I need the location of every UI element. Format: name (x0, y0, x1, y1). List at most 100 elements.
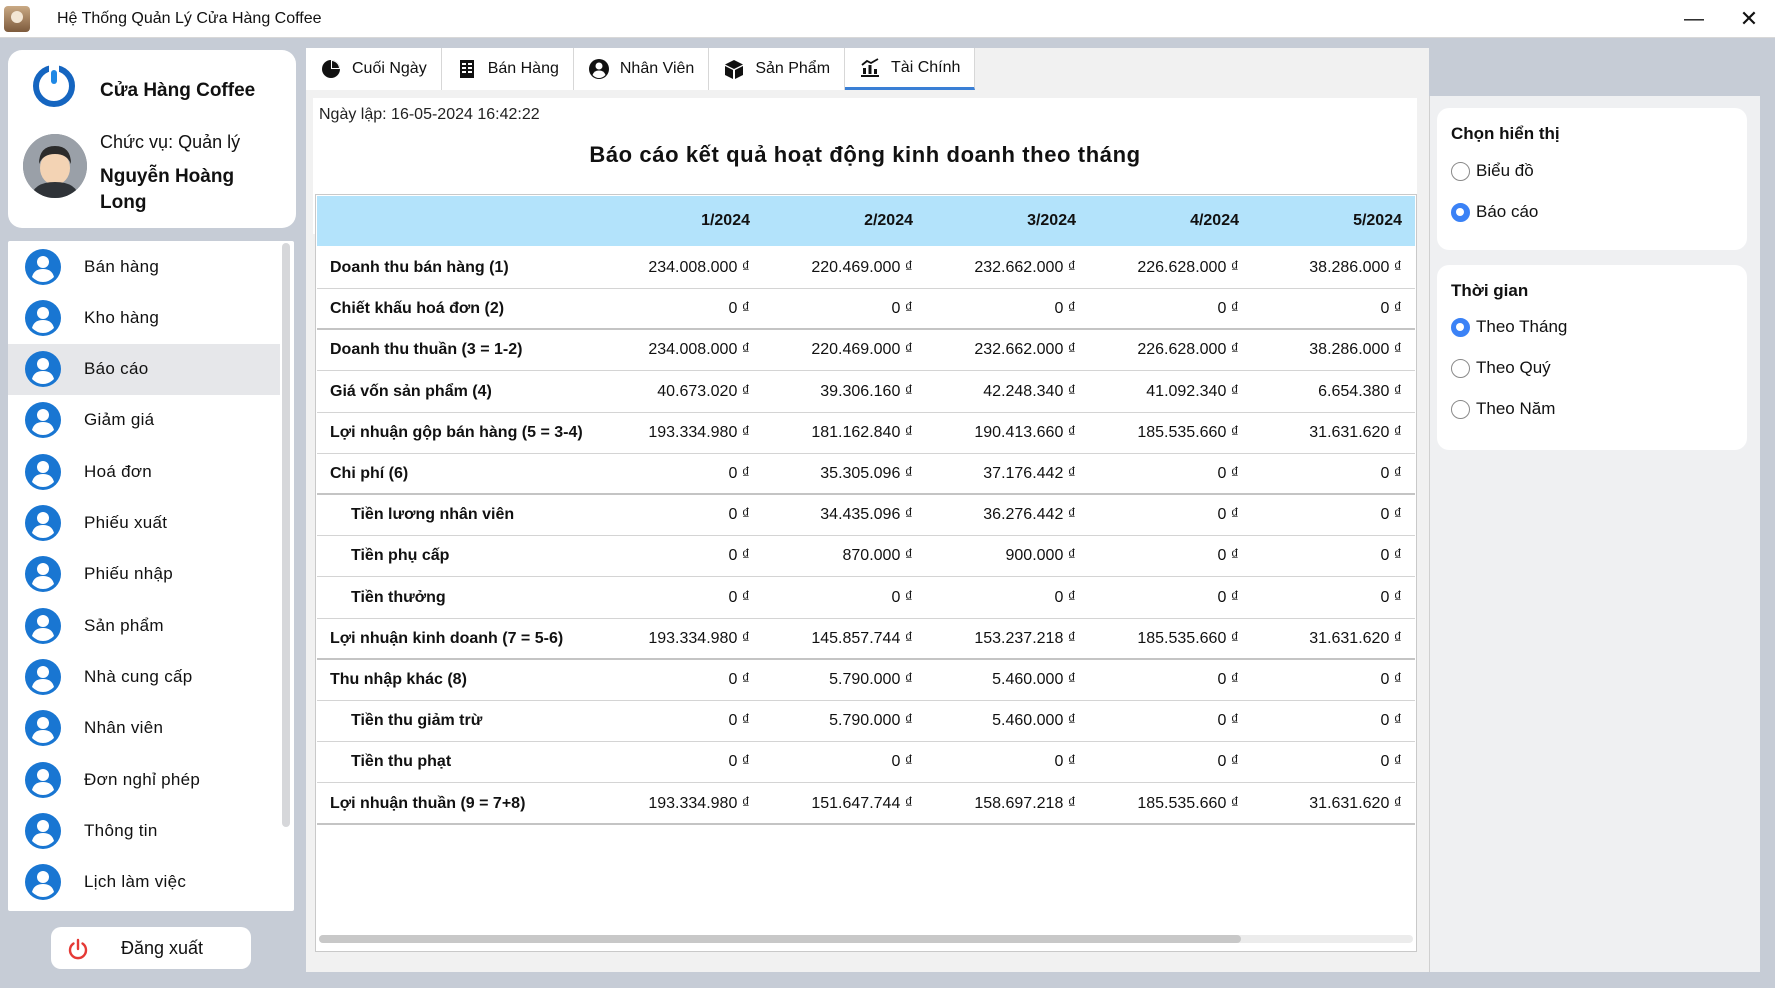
table-cell: 39.306.160 ₫ (820, 382, 913, 400)
table-header: 1/2024 2/2024 3/2024 4/2024 5/2024 (317, 196, 1415, 246)
options-panel: Chọn hiển thị Biểu đồ Báo cáo Thời gian T… (1429, 96, 1760, 972)
row-label: Tiền thu giảm trừ (351, 712, 483, 730)
sidebar-item-label: Báo cáo (84, 359, 149, 379)
sidebar-item-label: Hoá đơn (84, 461, 153, 481)
table-row: Doanh thu bán hàng (1) 234.008.000 ₫ 220.4… (317, 248, 1415, 289)
display-options-card: Chọn hiển thị Biểu đồ Báo cáo (1437, 108, 1747, 250)
row-label: Tiền thu phạt (351, 753, 452, 771)
display-radio-bieu-do[interactable]: Biểu đồ (1451, 161, 1534, 181)
radio-indicator[interactable] (1451, 161, 1470, 181)
tab-nhan-vien[interactable]: Nhân Viên (573, 48, 710, 90)
table-cell: 193.334.980 ₫ (648, 629, 750, 647)
sidebar-item-phieu-nhap[interactable]: Phiếu nhập (8, 549, 280, 600)
tab-ban-hang[interactable]: Bán Hàng (441, 48, 574, 90)
table-cell: 0 ₫ (1217, 712, 1239, 730)
sidebar-item-bao-cao[interactable]: Báo cáo (8, 343, 280, 395)
sidebar-item-label: Phiếu nhập (84, 564, 174, 584)
table-cell: 232.662.000 ₫ (974, 259, 1076, 276)
sidebar-item-nhan-vien[interactable]: Nhân viên (8, 703, 280, 754)
sidebar-item-san-pham[interactable]: Sản phẩm (8, 600, 280, 651)
table-cell: 193.334.980 ₫ (648, 794, 750, 812)
radio-indicator[interactable] (1451, 317, 1470, 337)
table-cell: 234.008.000 ₫ (648, 259, 750, 276)
row-label: Giá vốn sản phẩm (4) (330, 382, 492, 400)
table-cell: 0 ₫ (728, 465, 750, 482)
time-radio-theo-nam[interactable]: Theo Năm (1451, 399, 1555, 419)
row-label: Doanh thu thuần (3 = 1-2) (330, 341, 523, 359)
table-cell: 220.469.000 ₫ (811, 341, 913, 359)
table-cell: 0 ₫ (728, 506, 750, 524)
display-radio-bao-cao[interactable]: Báo cáo (1451, 202, 1538, 222)
sidebar-item-thong-tin[interactable]: Thông tin (8, 805, 280, 856)
time-radio-theo-quy[interactable]: Theo Quý (1451, 358, 1551, 378)
user-icon (25, 607, 61, 644)
scrollbar-thumb[interactable] (319, 935, 1241, 943)
sidebar-item-label: Bán hàng (84, 256, 160, 276)
table-cell: 870.000 ₫ (842, 547, 914, 565)
table-cell: 0 ₫ (1217, 547, 1239, 565)
user-icon (25, 556, 61, 593)
table-cell: 0 ₫ (891, 588, 913, 606)
table-cell: 0 ₫ (891, 753, 913, 771)
sidebar-item-ban-hang[interactable]: Bán hàng (8, 241, 280, 292)
table-cell: 190.413.660 ₫ (974, 423, 1076, 441)
table-row: Giá vốn sản phẩm (4) 40.673.020 ₫ 39.306.1… (317, 372, 1415, 413)
table-row: Tiền thu giảm trừ 0 ₫ 5.790.000 ₫ 5.460.000… (317, 701, 1415, 743)
sidebar-item-kho-hang[interactable]: Kho hàng (8, 292, 280, 343)
sidebar-item-giam-gia[interactable]: Giảm giá (8, 395, 280, 446)
sidebar-item-hoa-don[interactable]: Hoá đơn (8, 446, 280, 497)
table-cell: 0 ₫ (1054, 588, 1076, 606)
user-icon (25, 351, 61, 388)
table-cell: 5.790.000 ₫ (829, 671, 913, 688)
sidebar-scrollbar[interactable] (282, 243, 290, 827)
table-cell: 0 ₫ (728, 671, 750, 688)
table-cell: 226.628.000 ₫ (1137, 341, 1239, 359)
time-radio-theo-thang[interactable]: Theo Tháng (1451, 317, 1567, 337)
profile-card: Cửa Hàng Coffee Chức vụ: Quản lý Nguyễn … (8, 50, 296, 228)
horizontal-scrollbar[interactable] (319, 935, 1413, 943)
table-cell: 0 ₫ (1217, 506, 1239, 524)
report-title: Báo cáo kết quả hoạt động kinh doanh the… (589, 142, 1141, 167)
table-cell: 0 ₫ (728, 547, 750, 565)
row-label: Lợi nhuận gộp bán hàng (5 = 3-4) (330, 423, 583, 441)
radio-indicator[interactable] (1451, 399, 1470, 419)
time-options-card: Thời gian Theo Tháng Theo Quý Theo Năm (1437, 265, 1747, 450)
sidebar-item-lich-lam-viec[interactable]: Lịch làm việc (8, 857, 280, 908)
table-row: Tiền lương nhân viên 0 ₫ 34.435.096 ₫ 36.27… (317, 495, 1415, 537)
row-label: Lợi nhuận thuần (9 = 7+8) (330, 794, 526, 812)
tab-cuoi-ngay[interactable]: Cuối Ngày (306, 48, 442, 90)
row-label: Chiết khấu hoá đơn (2) (330, 300, 505, 318)
table-cell: 37.176.442 ₫ (983, 465, 1076, 482)
radio-label: Báo cáo (1476, 202, 1539, 221)
minimize-button[interactable]: — (1674, 4, 1714, 34)
user-icon (25, 710, 61, 747)
sidebar-item-label: Nhà cung cấp (84, 666, 193, 686)
table-cell: 0 ₫ (1380, 465, 1402, 482)
table-cell: 185.535.660 ₫ (1137, 794, 1239, 812)
radio-indicator[interactable] (1451, 202, 1470, 222)
radio-indicator[interactable] (1451, 358, 1470, 378)
table-row: Lợi nhuận kinh doanh (7 = 5-6) 193.334.98… (317, 619, 1415, 660)
table-cell: 0 ₫ (1217, 588, 1239, 606)
close-button[interactable]: ✕ (1729, 4, 1769, 34)
logout-button[interactable]: Đăng xuất (51, 927, 251, 969)
table-row: Thu nhập khác (8) 0 ₫ 5.790.000 ₫ 5.460.000… (317, 660, 1415, 701)
row-label: Lợi nhuận kinh doanh (7 = 5-6) (330, 629, 564, 647)
sidebar-item-nha-cung-cap[interactable]: Nhà cung cấp (8, 651, 280, 702)
table-cell: 0 ₫ (1380, 300, 1402, 318)
user-icon (25, 402, 61, 439)
table-cell: 0 ₫ (1380, 712, 1402, 730)
tab-tai-chinh[interactable]: Tài Chính (845, 48, 976, 90)
logout-label: Đăng xuất (121, 938, 204, 958)
user-icon (25, 453, 61, 490)
sidebar-item-phieu-xuat[interactable]: Phiếu xuất (8, 498, 280, 549)
table-cell: 193.334.980 ₫ (648, 423, 750, 441)
time-options-title: Thời gian (1451, 281, 1529, 300)
table-cell: 5.790.000 ₫ (829, 712, 913, 730)
table-cell: 34.435.096 ₫ (820, 506, 913, 524)
table-cell: 38.286.000 ₫ (1309, 341, 1402, 359)
table-cell: 185.535.660 ₫ (1137, 629, 1239, 647)
sidebar-item-don-nghi-phep[interactable]: Đơn nghỉ phép (8, 754, 280, 805)
user-icon (25, 761, 61, 798)
tab-san-pham[interactable]: Sản Phẩm (709, 48, 846, 90)
